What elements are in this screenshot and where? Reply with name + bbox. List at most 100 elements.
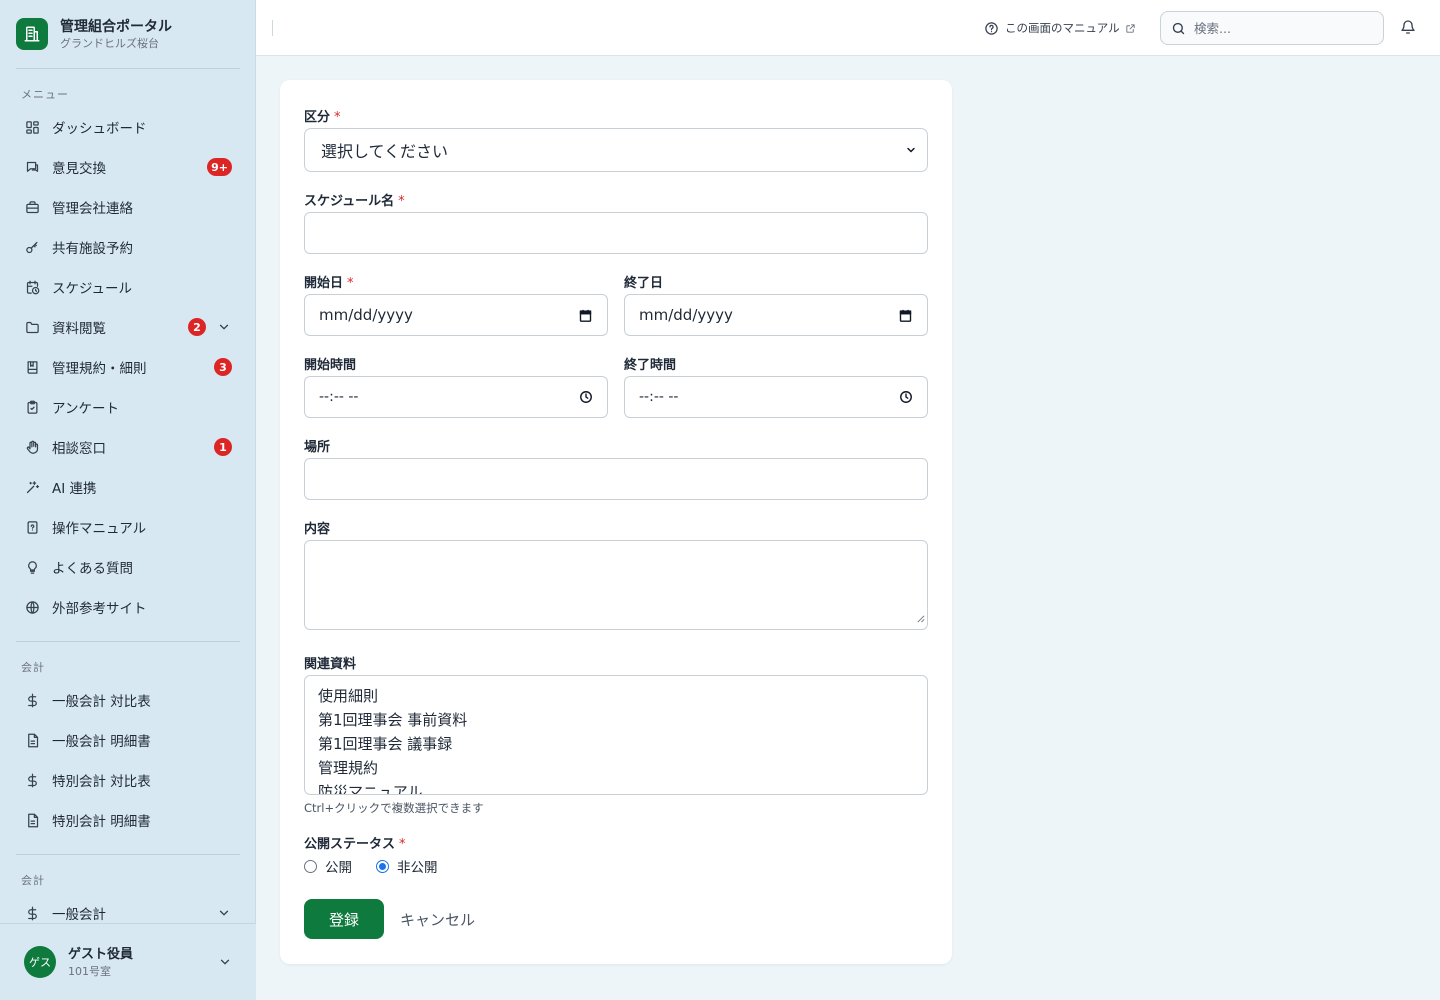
content-label: 内容	[304, 522, 331, 537]
doc-option[interactable]: 第1回理事会 事前資料	[318, 708, 914, 732]
sidebar-item-external-sites[interactable]: 外部参考サイト	[16, 589, 240, 625]
location-input[interactable]	[304, 458, 928, 500]
hand-icon	[24, 439, 40, 455]
location-label: 場所	[304, 440, 331, 455]
end-time-input[interactable]: --:-- --	[624, 376, 928, 418]
sidebar-item-label: 一般会計 対比表	[52, 694, 151, 710]
end-date-input[interactable]: mm/dd/yyyy	[624, 294, 928, 336]
avatar: ゲス	[24, 946, 56, 978]
book-icon	[24, 359, 40, 375]
sidebar-item-label: 特別会計 明細書	[52, 814, 151, 830]
dollar-icon	[24, 772, 40, 788]
resize-handle-icon[interactable]	[916, 609, 925, 627]
end-time-label: 終了時間	[624, 358, 677, 373]
sidebar-item-facility-booking[interactable]: 共有施設予約	[16, 229, 240, 265]
submit-button[interactable]: 登録	[304, 899, 384, 939]
sidebar-item-manual[interactable]: 操作マニュアル	[16, 509, 240, 545]
sparkle-icon	[24, 479, 40, 495]
schedule-name-label: スケジュール名 *	[304, 194, 405, 209]
sidebar-item-documents[interactable]: 資料閲覧 2	[16, 309, 240, 345]
related-docs-label: 関連資料	[304, 657, 357, 672]
sidebar-item-rules[interactable]: 管理規約・細則 3	[16, 349, 240, 385]
sidebar-item-faq[interactable]: よくある質問	[16, 549, 240, 585]
search-icon	[1171, 21, 1186, 36]
notification-badge: 9+	[207, 158, 232, 176]
status-label: 公開ステータス *	[304, 837, 406, 852]
sidebar-item-general-statement[interactable]: 一般会計 明細書	[16, 722, 240, 758]
end-date-label: 終了日	[624, 276, 664, 291]
end-time-value: --:-- --	[639, 389, 679, 405]
user-name: ゲスト役員	[68, 946, 134, 962]
folder-icon	[24, 319, 40, 335]
status-private-radio[interactable]: 非公開	[376, 857, 438, 876]
doc-option[interactable]: 第1回理事会 議事録	[318, 732, 914, 756]
sidebar-item-label: 共有施設予約	[52, 241, 133, 257]
sidebar-item-survey[interactable]: アンケート	[16, 389, 240, 425]
menu-section-label: メニュー	[21, 88, 69, 101]
brand-subtitle: グランドヒルズ桜台	[60, 36, 159, 50]
search-box[interactable]	[1160, 11, 1384, 45]
sidebar-item-label: 一般会計 明細書	[52, 734, 151, 750]
sidebar-item-label: 特別会計 対比表	[52, 774, 151, 790]
category-select[interactable]: 選択してください	[304, 128, 928, 172]
sidebar-item-label: よくある質問	[52, 561, 133, 577]
radio-unchecked[interactable]	[304, 859, 317, 873]
related-docs-select[interactable]: 使用細則 第1回理事会 事前資料 第1回理事会 議事録 管理規約 防災マニュアル	[304, 675, 928, 795]
clipboard-icon	[24, 399, 40, 415]
end-date-value: mm/dd/yyyy	[639, 306, 733, 324]
key-icon	[24, 239, 40, 255]
external-link-icon	[1125, 23, 1136, 34]
clock-icon[interactable]	[899, 390, 913, 404]
sidebar-item-label: 管理規約・細則	[52, 361, 147, 377]
notification-badge: 3	[214, 358, 232, 376]
sidebar-item-dashboard[interactable]: ダッシュボード	[16, 109, 240, 145]
content-textarea[interactable]	[304, 540, 928, 630]
status-public-radio[interactable]: 公開	[304, 857, 352, 876]
dashboard-icon	[24, 119, 40, 135]
sidebar-item-label: 管理会社連絡	[52, 201, 133, 217]
screen-manual-link[interactable]: この画面のマニュアル	[984, 20, 1136, 36]
cancel-button[interactable]: キャンセル	[400, 899, 475, 939]
calendar-icon[interactable]	[578, 308, 593, 323]
sidebar-item-label: スケジュール	[52, 281, 133, 297]
chevron-down-icon[interactable]	[218, 955, 232, 969]
sidebar-item-discussion[interactable]: 意見交換 9+	[16, 149, 240, 185]
sidebar-item-ai[interactable]: AI 連携	[16, 469, 240, 505]
clock-icon[interactable]	[579, 390, 593, 404]
start-date-input[interactable]: mm/dd/yyyy	[304, 294, 608, 336]
chevron-down-icon[interactable]	[216, 319, 232, 335]
sidebar-item-special-comparison[interactable]: 特別会計 対比表	[16, 762, 240, 798]
sidebar-divider	[16, 68, 240, 69]
calendar-icon[interactable]	[898, 308, 913, 323]
sidebar-item-label: AI 連携	[52, 481, 97, 497]
bell-icon[interactable]	[1400, 19, 1418, 37]
brand[interactable]: 管理組合ポータル グランドヒルズ桜台	[16, 16, 172, 52]
sidebar-item-general-comparison[interactable]: 一般会計 対比表	[16, 682, 240, 718]
sidebar-item-label: 資料閲覧	[52, 321, 106, 337]
sidebar-item-label: 相談窓口	[52, 441, 106, 457]
chevron-down-icon[interactable]	[216, 905, 232, 921]
accounting-section-label-2: 会計	[21, 874, 45, 887]
search-input[interactable]	[1194, 20, 1374, 36]
schedule-name-input[interactable]	[304, 212, 928, 254]
sidebar-item-label: 外部参考サイト	[52, 601, 147, 617]
globe-icon	[24, 599, 40, 615]
radio-checked[interactable]	[376, 859, 389, 873]
start-time-input[interactable]: --:-- --	[304, 376, 608, 418]
sidebar-item-consultation[interactable]: 相談窓口 1	[16, 429, 240, 465]
start-time-value: --:-- --	[319, 389, 359, 405]
manual-icon	[24, 519, 40, 535]
sidebar-item-special-statement[interactable]: 特別会計 明細書	[16, 802, 240, 838]
doc-option[interactable]: 防災マニュアル	[318, 780, 914, 794]
doc-option[interactable]: 管理規約	[318, 756, 914, 780]
sidebar-divider	[16, 854, 240, 855]
sidebar-item-schedule[interactable]: スケジュール	[16, 269, 240, 305]
sidebar: 管理組合ポータル グランドヒルズ桜台 メニュー ダッシュボード 意見交換 9+ …	[0, 0, 256, 1000]
doc-option[interactable]: 使用細則	[318, 684, 914, 708]
user-menu[interactable]: ゲス ゲスト役員 101号室	[0, 923, 256, 1000]
dollar-icon	[24, 905, 40, 921]
sidebar-item-management-contact[interactable]: 管理会社連絡	[16, 189, 240, 225]
sidebar-item-label: 操作マニュアル	[52, 521, 147, 537]
notification-badge: 2	[188, 318, 206, 336]
calendar-clock-icon	[24, 279, 40, 295]
